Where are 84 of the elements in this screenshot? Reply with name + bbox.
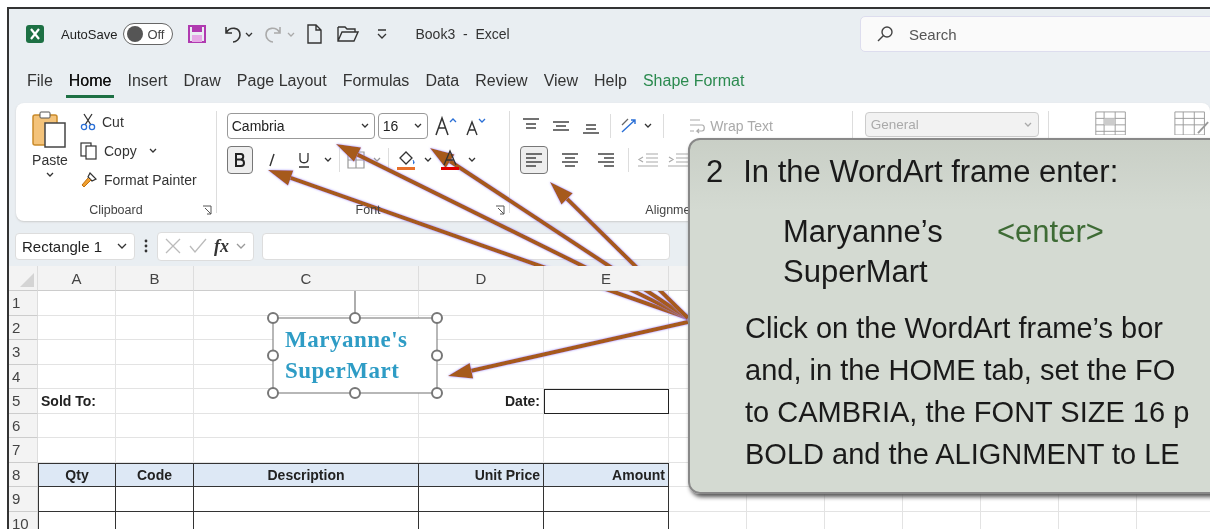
align-right-icon [597, 152, 616, 168]
row-header[interactable]: 6 [9, 413, 38, 438]
spreadsheet-app-icon [25, 24, 45, 44]
paste-button[interactable]: Paste [26, 109, 74, 191]
copy-button[interactable]: Copy [78, 138, 199, 164]
font-size-dropdown[interactable]: 16 [377, 113, 428, 139]
row-header[interactable]: 1 [9, 291, 38, 316]
new-file-icon[interactable] [305, 24, 324, 44]
search-field[interactable]: Search [860, 16, 1210, 52]
bold-button[interactable] [226, 146, 253, 174]
group-label: Alignme [645, 203, 691, 217]
ribbon-tab[interactable]: Shape Format [639, 71, 748, 98]
autosave-toggle[interactable]: Off [123, 23, 174, 45]
font-name-dropdown[interactable]: Cambria [226, 113, 375, 139]
callout-instruction: Click on the WordArt frame’s bor and, in the HOME tab, set the FO to CAMBRIA, the FONT SIZE 16 p BOLD and the ALIGNMENT to LE [745, 311, 1191, 472]
row-header[interactable]: 4 [9, 364, 38, 389]
insert-function-button[interactable]: fx [214, 235, 229, 257]
row-header[interactable]: 5 [9, 389, 38, 414]
brush-icon [80, 171, 98, 189]
grow-font-icon[interactable] [433, 115, 458, 137]
column-heading-cell: Qty [38, 462, 116, 487]
column-heading-cell: Unit Price [419, 462, 544, 487]
caret-icon[interactable] [322, 156, 333, 164]
row-header[interactable]: 3 [9, 340, 38, 365]
ribbon-tab[interactable]: Page Layout [233, 71, 330, 98]
caret-icon[interactable] [466, 156, 477, 164]
search-icon [876, 25, 894, 43]
entry-text: SuperMart [783, 254, 929, 290]
copy-icon [80, 142, 98, 160]
font-color-icon[interactable] [438, 149, 461, 171]
ribbon-tab[interactable]: Home [65, 71, 115, 98]
dialog-launcher-icon[interactable] [495, 205, 506, 215]
row-header[interactable]: 9 [9, 487, 38, 512]
folder-icon[interactable] [337, 25, 360, 43]
document-title: Book3 - Excel [415, 26, 510, 42]
dialog-launcher-icon[interactable] [201, 205, 212, 215]
align-center-icon [561, 152, 580, 168]
ribbon-tab[interactable]: Formulas [339, 71, 413, 98]
caret-icon [412, 122, 423, 130]
align-left-button[interactable] [520, 146, 549, 174]
callout-heading: In the WordArt frame enter: [743, 154, 1119, 190]
italic-icon [266, 153, 277, 167]
format-painter-button[interactable]: Format Painter [78, 167, 199, 193]
save-icon[interactable] [187, 24, 208, 44]
underline-icon [297, 152, 310, 168]
caret-icon [1022, 120, 1033, 129]
align-left-icon [525, 152, 544, 168]
check-icon[interactable] [188, 237, 208, 255]
column-header[interactable]: E [544, 266, 669, 291]
column-heading-cell: Amount [544, 462, 669, 487]
table-format-icon[interactable] [1172, 111, 1210, 135]
caret-icon [45, 171, 55, 179]
row-header[interactable]: 8 [9, 462, 38, 487]
caret-icon [116, 242, 128, 250]
ribbon-tab[interactable]: Review [472, 71, 531, 98]
step-number: 2 [706, 154, 724, 190]
bold-icon [233, 153, 246, 167]
column-heading-cell: Description [194, 462, 419, 487]
fill-color-icon[interactable] [394, 149, 417, 171]
ribbon-tab[interactable]: Insert [124, 71, 171, 98]
caret-icon [359, 122, 370, 130]
triangle-icon [20, 273, 34, 287]
ribbon-tab[interactable]: Help [591, 71, 630, 98]
autosave-label: AutoSave [61, 26, 118, 42]
name-box[interactable]: Rectangle 1 [15, 232, 135, 260]
more-options-icon[interactable] [143, 239, 149, 253]
ribbon-tab[interactable]: View [540, 71, 582, 98]
key-hint: <enter> [997, 214, 1104, 250]
entry-text: Maryanne’s [783, 214, 944, 250]
group-label: Font [355, 203, 381, 217]
row-header[interactable]: 2 [9, 315, 38, 340]
column-heading-cell: Code [116, 462, 194, 487]
group-label: Clipboard [89, 203, 143, 217]
ribbon-tab[interactable]: File [24, 71, 56, 98]
scissors-icon [80, 113, 96, 131]
cut-button[interactable]: Cut [78, 109, 199, 135]
formula-input[interactable] [262, 232, 670, 260]
table-cell: Sold To: [38, 389, 116, 414]
wrap-text-icon [688, 117, 707, 135]
row-header[interactable]: 7 [9, 438, 38, 463]
increase-indent-icon[interactable] [667, 152, 690, 168]
caret-icon[interactable] [422, 156, 433, 164]
ribbon-tab[interactable]: Data [422, 71, 463, 98]
ribbon-tab[interactable]: Draw [180, 71, 224, 98]
